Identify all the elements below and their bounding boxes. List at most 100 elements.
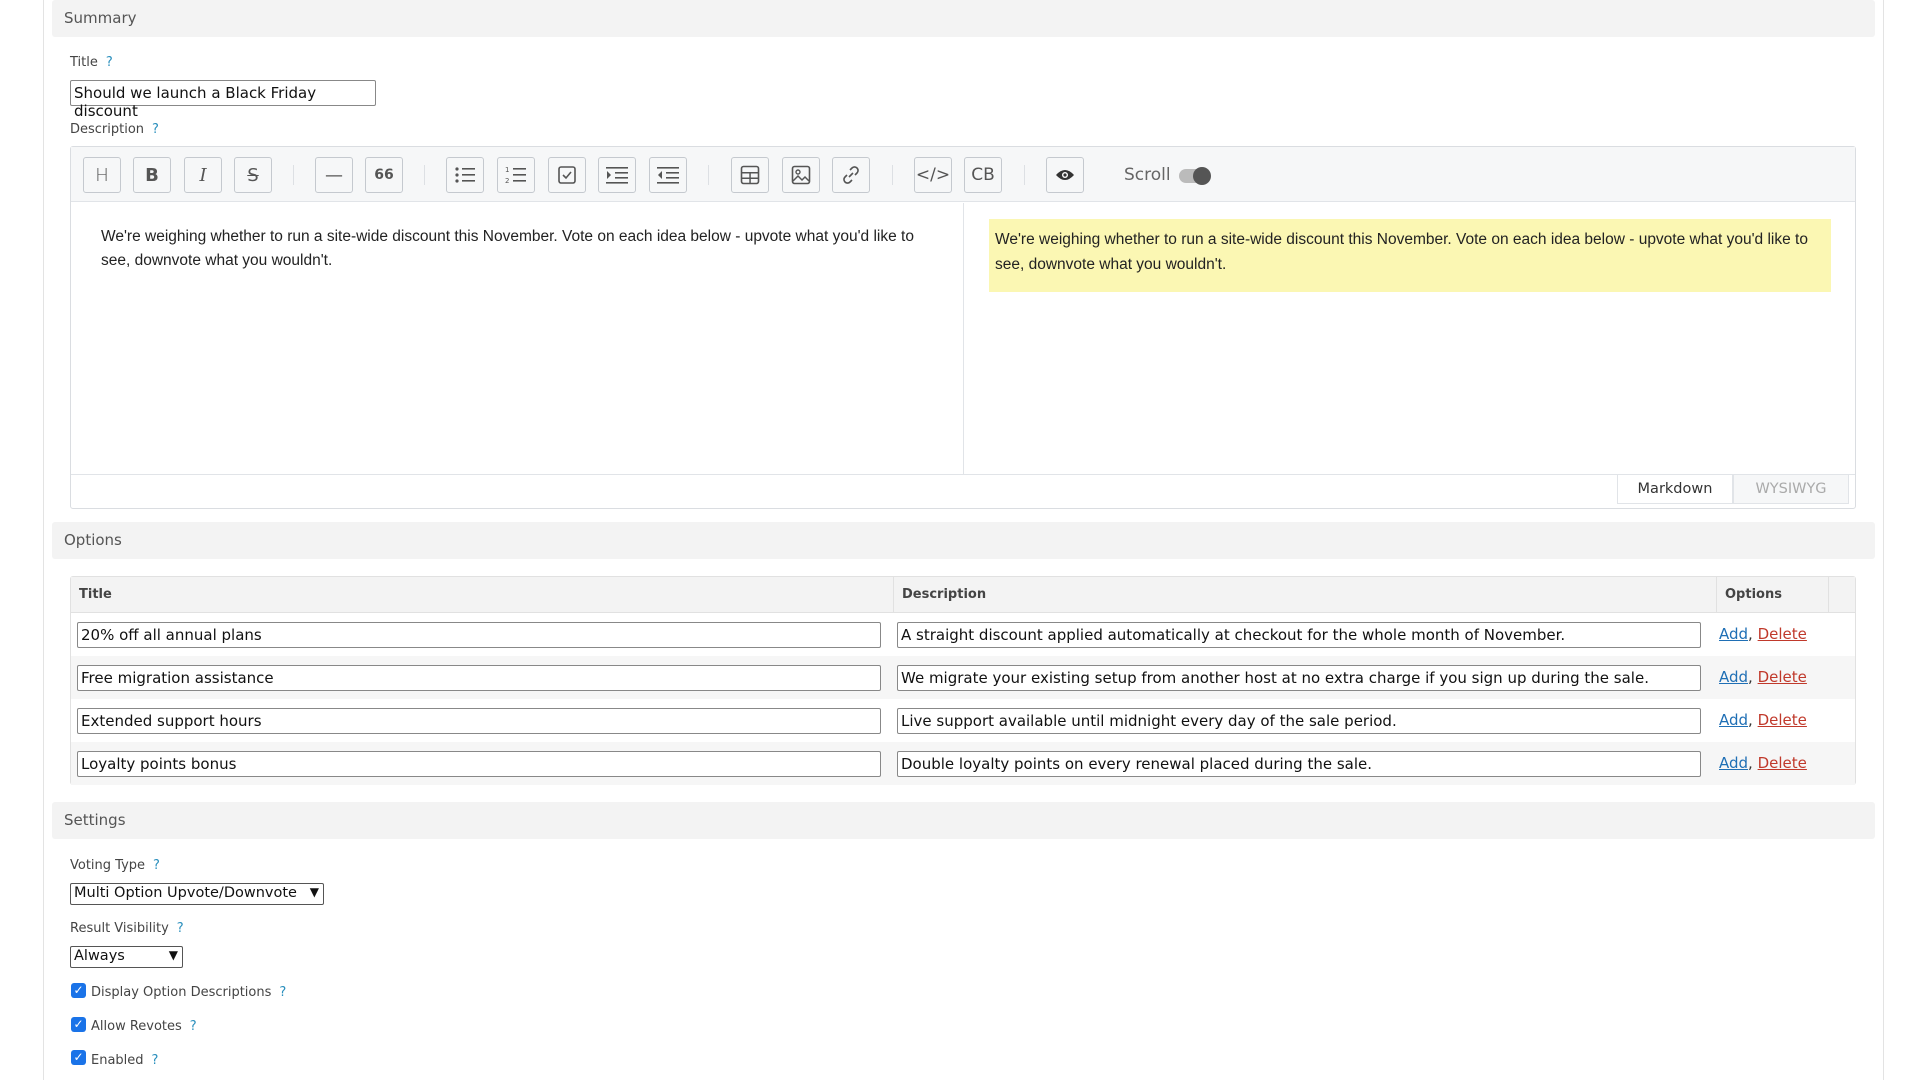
quote-icon: 66 xyxy=(374,167,394,183)
allow-revotes-label: Allow Revotes xyxy=(91,1019,182,1034)
delete-option-link[interactable]: Delete xyxy=(1758,711,1807,729)
strikethrough-icon: S xyxy=(247,164,259,186)
result-visibility-value: Always xyxy=(74,948,125,964)
italic-button[interactable]: I xyxy=(184,157,222,193)
codeblock-icon: CB xyxy=(971,165,995,185)
outdent-icon xyxy=(657,167,679,184)
add-option-link[interactable]: Add xyxy=(1719,711,1748,729)
option-actions: Add, Delete xyxy=(1719,711,1807,729)
delete-option-link[interactable]: Delete xyxy=(1758,625,1807,643)
description-label: Description xyxy=(70,122,145,137)
option-title-input[interactable]: Extended support hours xyxy=(77,708,881,734)
action-separator: , xyxy=(1748,711,1753,729)
bullet-list-button[interactable] xyxy=(446,157,484,193)
title-label-row: Title? xyxy=(70,55,113,70)
result-visibility-label-row: Result Visibility? xyxy=(70,921,184,936)
indent-button[interactable] xyxy=(598,157,636,193)
display-descriptions-checkbox[interactable]: ✓ xyxy=(71,983,86,998)
image-icon xyxy=(791,165,811,185)
display-descriptions-help-icon[interactable]: ? xyxy=(279,985,286,1000)
bullet-list-icon xyxy=(455,167,475,183)
enabled-checkbox[interactable]: ✓ xyxy=(71,1050,86,1065)
column-header-options: Options xyxy=(1717,577,1829,613)
add-option-link[interactable]: Add xyxy=(1719,625,1748,643)
markdown-editor: H B I S — 66 12 </> CB Scroll We're weig… xyxy=(70,146,1856,509)
enabled-label: Enabled xyxy=(91,1053,144,1068)
italic-icon: I xyxy=(199,164,207,186)
action-separator: , xyxy=(1748,625,1753,643)
checkbox-icon xyxy=(558,166,576,184)
toolbar-divider xyxy=(424,165,425,185)
option-title-input[interactable]: Loyalty points bonus xyxy=(77,751,881,777)
codeblock-button[interactable]: CB xyxy=(964,157,1002,193)
code-button[interactable]: </> xyxy=(914,157,952,193)
voting-type-label: Voting Type xyxy=(70,858,146,873)
heading-button[interactable]: H xyxy=(83,157,121,193)
result-visibility-label: Result Visibility xyxy=(70,921,169,936)
description-help-icon[interactable]: ? xyxy=(152,122,159,137)
option-title-input[interactable]: Free migration assistance xyxy=(77,665,881,691)
option-description-input[interactable]: We migrate your existing setup from anot… xyxy=(897,665,1701,691)
option-row: Loyalty points bonus Double loyalty poin… xyxy=(71,742,1855,785)
delete-option-link[interactable]: Delete xyxy=(1758,668,1807,686)
option-title-input[interactable]: 20% off all annual plans xyxy=(77,622,881,648)
voting-type-help-icon[interactable]: ? xyxy=(153,858,160,873)
toolbar-divider xyxy=(892,165,893,185)
scroll-sync-label: Scroll xyxy=(1124,165,1171,185)
summary-section-header: Summary xyxy=(52,0,1875,37)
ordered-list-button[interactable]: 12 xyxy=(497,157,535,193)
allow-revotes-help-icon[interactable]: ? xyxy=(190,1019,197,1034)
scroll-sync-toggle[interactable] xyxy=(1179,167,1211,185)
option-description-input[interactable]: A straight discount applied automaticall… xyxy=(897,622,1701,648)
voting-type-label-row: Voting Type? xyxy=(70,858,160,873)
options-heading: Options xyxy=(64,531,122,549)
allow-revotes-checkbox[interactable]: ✓ xyxy=(71,1017,86,1032)
title-label: Title xyxy=(70,55,98,70)
link-button[interactable] xyxy=(832,157,870,193)
settings-section-header: Settings xyxy=(52,802,1875,839)
outdent-button[interactable] xyxy=(649,157,687,193)
allow-revotes-label-row: Allow Revotes? xyxy=(91,1019,197,1034)
strikethrough-button[interactable]: S xyxy=(234,157,272,193)
enabled-help-icon[interactable]: ? xyxy=(152,1053,159,1068)
image-button[interactable] xyxy=(782,157,820,193)
option-row: 20% off all annual plans A straight disc… xyxy=(71,613,1855,656)
task-list-button[interactable] xyxy=(548,157,586,193)
result-visibility-select[interactable]: Always ▼ xyxy=(70,946,183,968)
preview-toggle-button[interactable] xyxy=(1046,157,1084,193)
wysiwyg-mode-tab[interactable]: WYSIWYG xyxy=(1733,475,1849,504)
horizontal-rule-button[interactable]: — xyxy=(315,157,353,193)
options-section-header: Options xyxy=(52,522,1875,559)
preview-pane: We're weighing whether to run a site-wid… xyxy=(965,203,1855,474)
title-help-icon[interactable]: ? xyxy=(106,55,113,70)
add-option-link[interactable]: Add xyxy=(1719,668,1748,686)
chevron-down-icon: ▼ xyxy=(309,885,319,899)
option-description-input[interactable]: Double loyalty points on every renewal p… xyxy=(897,751,1701,777)
column-header-title: Title xyxy=(71,577,894,613)
settings-heading: Settings xyxy=(64,811,126,829)
preview-text: We're weighing whether to run a site-wid… xyxy=(989,219,1831,292)
svg-text:1: 1 xyxy=(505,166,509,174)
heading-icon: H xyxy=(95,164,109,186)
title-input[interactable]: Should we launch a Black Friday discount xyxy=(70,80,376,120)
option-actions: Add, Delete xyxy=(1719,754,1807,772)
add-option-link[interactable]: Add xyxy=(1719,754,1748,772)
options-table: Title Description Options 20% off all an… xyxy=(70,576,1856,785)
markdown-mode-tab[interactable]: Markdown xyxy=(1617,475,1733,504)
option-description-input[interactable]: Live support available until midnight ev… xyxy=(897,708,1701,734)
summary-heading: Summary xyxy=(64,9,137,27)
markdown-text-area[interactable]: We're weighing whether to run a site-wid… xyxy=(71,203,964,474)
voting-type-select[interactable]: Multi Option Upvote/Downvote ▼ xyxy=(70,883,324,905)
bold-button[interactable]: B xyxy=(133,157,171,193)
table-button[interactable] xyxy=(731,157,769,193)
voting-type-value: Multi Option Upvote/Downvote xyxy=(74,885,297,901)
delete-option-link[interactable]: Delete xyxy=(1758,754,1807,772)
action-separator: , xyxy=(1748,754,1753,772)
quote-button[interactable]: 66 xyxy=(365,157,403,193)
option-row: Free migration assistance We migrate you… xyxy=(71,656,1855,699)
enabled-label-row: Enabled? xyxy=(91,1053,158,1068)
result-visibility-help-icon[interactable]: ? xyxy=(177,921,184,936)
bold-icon: B xyxy=(145,164,159,186)
poll-edit-page: Summary Title? Should we launch a Black … xyxy=(43,0,1884,1080)
column-header-description: Description xyxy=(894,577,1717,613)
